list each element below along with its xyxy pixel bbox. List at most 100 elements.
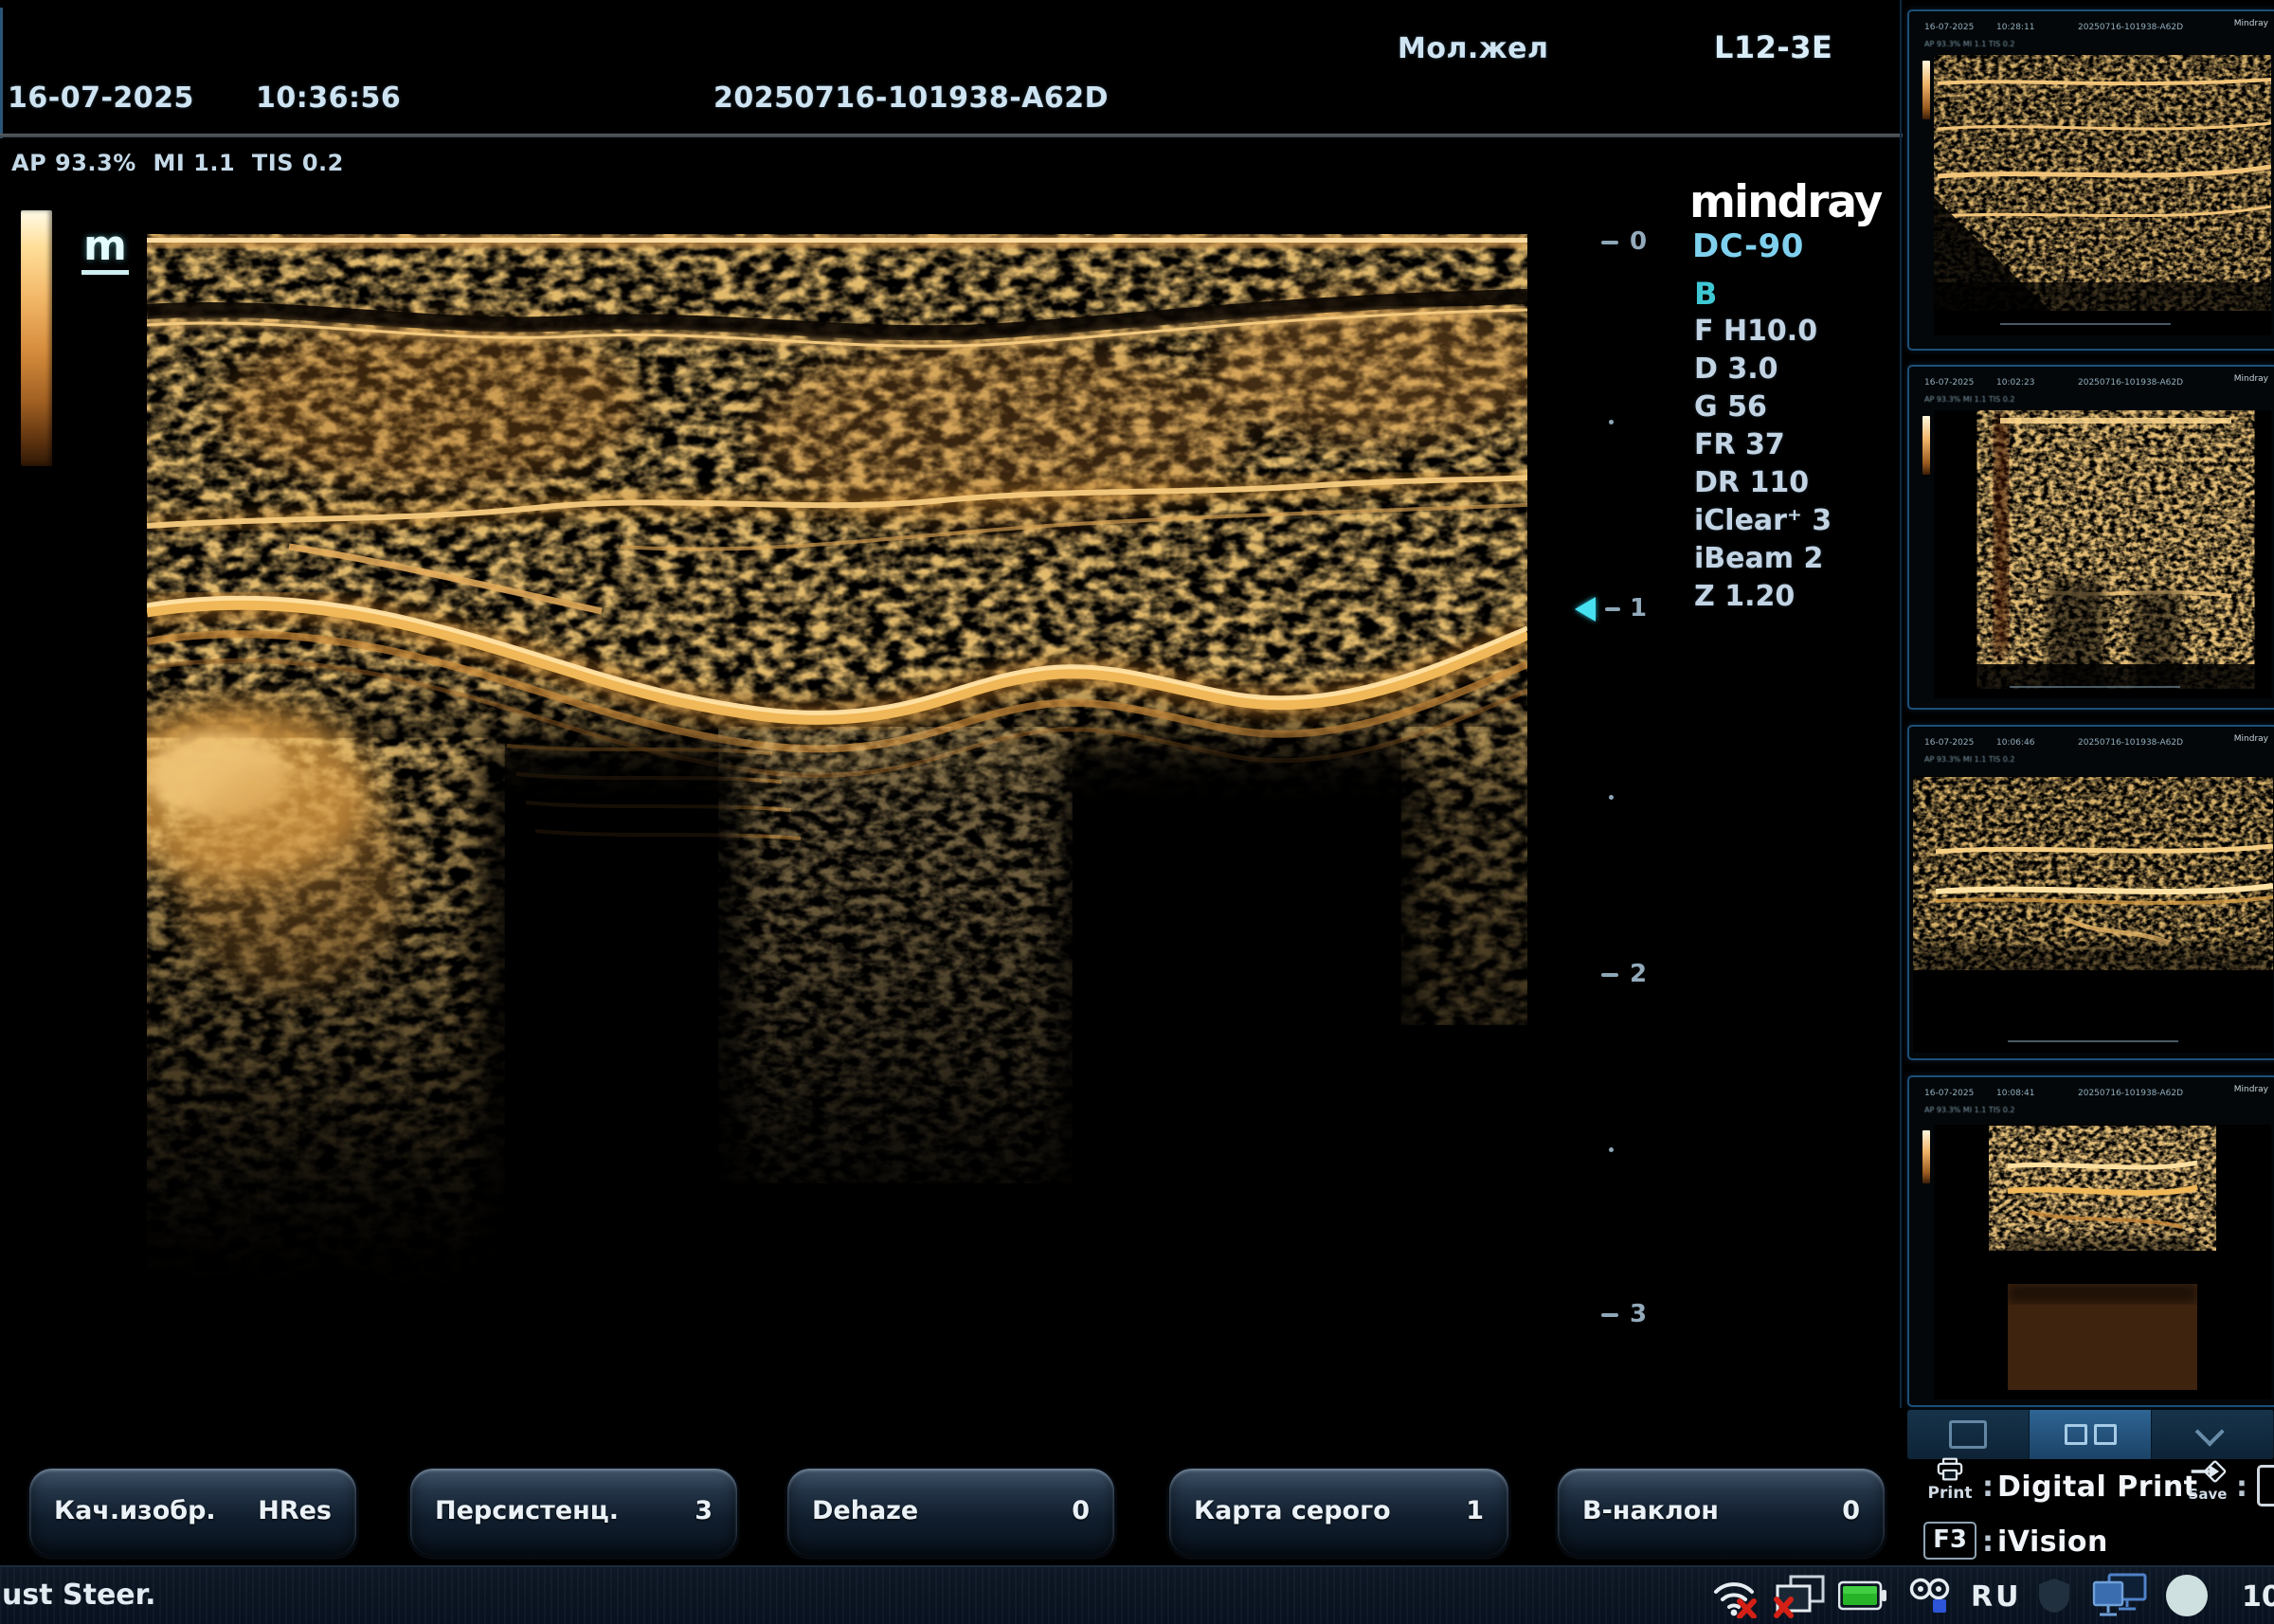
thumb-date: 16-07-2025 bbox=[1924, 1089, 1974, 1098]
separator: : bbox=[2236, 1471, 2248, 1504]
thumb-id: 20250716-101938-A62D bbox=[2078, 1089, 2183, 1098]
ruler-halftick bbox=[1609, 420, 1614, 424]
exam-date: 16-07-2025 bbox=[8, 81, 194, 115]
thumb-time: 10:02:23 bbox=[1996, 378, 2034, 388]
thumb-image bbox=[1934, 1125, 2271, 1399]
status-indicator-circle bbox=[2166, 1575, 2208, 1616]
softkey-label: Персистенц. bbox=[435, 1469, 619, 1554]
exam-type-label: Мол.жел bbox=[1398, 32, 1549, 65]
param-gain: G 56 bbox=[1694, 388, 1832, 426]
param-depth: D 3.0 bbox=[1694, 351, 1832, 388]
thumb-date: 16-07-2025 bbox=[1924, 23, 1974, 32]
save-key[interactable]: Save bbox=[2183, 1459, 2232, 1503]
save-key-label: Save bbox=[2183, 1486, 2232, 1503]
tab-expand[interactable] bbox=[2152, 1410, 2274, 1459]
battery-icon bbox=[1838, 1580, 1887, 1611]
tab-single-view[interactable] bbox=[1907, 1410, 2030, 1459]
thumb-brand: Mindray bbox=[2234, 1085, 2268, 1094]
thumbnail-3[interactable]: 16-07-2025 10:06:46 20250716-101938-A62D… bbox=[1907, 725, 2274, 1060]
thumb-image bbox=[1934, 55, 2271, 335]
softkey-label: Dehaze bbox=[812, 1469, 918, 1554]
exam-id: 20250716-101938-A62D bbox=[713, 81, 1109, 115]
separator: : bbox=[1982, 1525, 1994, 1559]
thumbnail-panel-divider bbox=[1900, 0, 1902, 1408]
softkey-value: HRes bbox=[258, 1469, 332, 1554]
mechanical-index: MI 1.1 bbox=[153, 150, 236, 176]
param-frequency: F H10.0 bbox=[1694, 313, 1832, 351]
acoustic-output-readout: AP 93.3% MI 1.1 TIS 0.2 bbox=[11, 150, 344, 176]
print-key-label: Print bbox=[1925, 1484, 1975, 1503]
keyboard-layout-indicator[interactable]: RU bbox=[1971, 1580, 2021, 1614]
thermal-index: TIS 0.2 bbox=[252, 150, 344, 176]
f3-key[interactable]: F3 bbox=[1923, 1522, 1976, 1560]
thumb-brand: Mindray bbox=[2234, 734, 2268, 744]
thumb-id: 20250716-101938-A62D bbox=[2078, 738, 2183, 748]
softkey-label: В-наклон bbox=[1582, 1469, 1719, 1554]
softkey-b-steer[interactable]: В-наклон 0 bbox=[1556, 1467, 1886, 1558]
softkey-value: 0 bbox=[1072, 1469, 1090, 1554]
save-icon bbox=[2189, 1459, 2227, 1484]
softkey-value: 0 bbox=[1842, 1469, 1860, 1554]
exam-time: 10:36:56 bbox=[256, 81, 401, 115]
softkey-gray-map[interactable]: Карта серого 1 bbox=[1167, 1467, 1510, 1558]
wifi-disconnected-icon bbox=[1711, 1575, 1757, 1618]
screen-copy-disconnected-icon bbox=[1774, 1575, 1827, 1618]
depth-ruler: 0 1 2 3 bbox=[1573, 199, 1696, 1402]
tab-dual-view[interactable] bbox=[2030, 1410, 2152, 1459]
ruler-tick-0 bbox=[1601, 241, 1618, 244]
ruler-halftick bbox=[1609, 1147, 1614, 1152]
ultrasound-screen: Мол.жел L12-3E 16-07-2025 10:36:56 20250… bbox=[0, 0, 2274, 1624]
cine-record-icon bbox=[1908, 1577, 1954, 1616]
dual-frame-icon bbox=[2094, 1424, 2117, 1445]
ruler-tick-3 bbox=[1601, 1313, 1618, 1317]
softkey-value: 3 bbox=[695, 1469, 713, 1554]
thumb-id: 20250716-101938-A62D bbox=[2078, 378, 2183, 388]
ruler-label-2: 2 bbox=[1630, 962, 1647, 986]
softkey-persistence[interactable]: Персистенц. 3 bbox=[408, 1467, 739, 1558]
softkey-dehaze[interactable]: Dehaze 0 bbox=[785, 1467, 1116, 1558]
thumb-brand: Mindray bbox=[2234, 19, 2268, 28]
thumb-time: 10:06:46 bbox=[1996, 738, 2034, 748]
ruler-tick-2 bbox=[1601, 973, 1618, 977]
f3-action-label: iVision bbox=[1997, 1525, 2108, 1559]
thumb-acoustic: AP 93.3% MI 1.1 TIS 0.2 bbox=[1924, 395, 2014, 404]
print-key[interactable]: Print bbox=[1925, 1457, 1975, 1503]
thumbnail-layout-tabs bbox=[1907, 1410, 2274, 1459]
ruler-label-1: 1 bbox=[1630, 596, 1647, 621]
thumb-image bbox=[1934, 410, 2271, 698]
printer-icon bbox=[1936, 1457, 1964, 1482]
softkey-value: 1 bbox=[1466, 1469, 1484, 1554]
single-frame-icon bbox=[1949, 1420, 1987, 1449]
thumbnail-2[interactable]: 16-07-2025 10:02:23 20250716-101938-A62D… bbox=[1907, 365, 2274, 710]
param-dynamic-range: DR 110 bbox=[1694, 464, 1832, 502]
ruler-tick-1 bbox=[1605, 607, 1620, 611]
focus-marker-icon[interactable] bbox=[1575, 597, 1596, 622]
ultrasound-image[interactable] bbox=[147, 234, 1527, 1309]
softkey-image-quality[interactable]: Кач.изобр. HRes bbox=[27, 1467, 358, 1558]
status-message: ust Steer. bbox=[2, 1579, 156, 1612]
clipped-shortcut-icon[interactable] bbox=[2257, 1465, 2274, 1507]
colormap-bar bbox=[21, 210, 52, 466]
thumb-date: 16-07-2025 bbox=[1924, 738, 1974, 748]
imaging-mode-label: B bbox=[1694, 276, 1717, 312]
param-iclear: iClear⁺ 3 bbox=[1694, 502, 1832, 540]
thumb-brand: Mindray bbox=[2234, 374, 2268, 384]
probe-label: L12-3E bbox=[1714, 29, 1832, 65]
ruler-label-3: 3 bbox=[1630, 1302, 1647, 1326]
thumb-image bbox=[1913, 776, 2273, 1053]
thumb-acoustic: AP 93.3% MI 1.1 TIS 0.2 bbox=[1924, 40, 2014, 48]
thumbnail-1[interactable]: 16-07-2025 10:28:11 20250716-101938-A62D… bbox=[1907, 9, 2274, 351]
screen-edge-accent bbox=[0, 8, 3, 138]
print-action-label: Digital Print bbox=[1997, 1471, 2198, 1504]
thumb-id: 20250716-101938-A62D bbox=[2078, 23, 2183, 32]
clock: 10 bbox=[2242, 1580, 2274, 1614]
thumb-colormap bbox=[1922, 1130, 1930, 1183]
softkey-label: Карта серого bbox=[1194, 1469, 1391, 1554]
thumb-colormap bbox=[1922, 416, 1930, 475]
thumbnail-4[interactable]: 16-07-2025 10:08:41 20250716-101938-A62D… bbox=[1907, 1075, 2274, 1407]
separator: : bbox=[1982, 1471, 1994, 1504]
thumb-time: 10:08:41 bbox=[1996, 1089, 2034, 1098]
softkey-label: Кач.изобр. bbox=[54, 1469, 216, 1554]
param-zoom: Z 1.20 bbox=[1694, 578, 1832, 616]
imaging-parameters: F H10.0 D 3.0 G 56 FR 37 DR 110 iClear⁺ … bbox=[1694, 313, 1832, 616]
